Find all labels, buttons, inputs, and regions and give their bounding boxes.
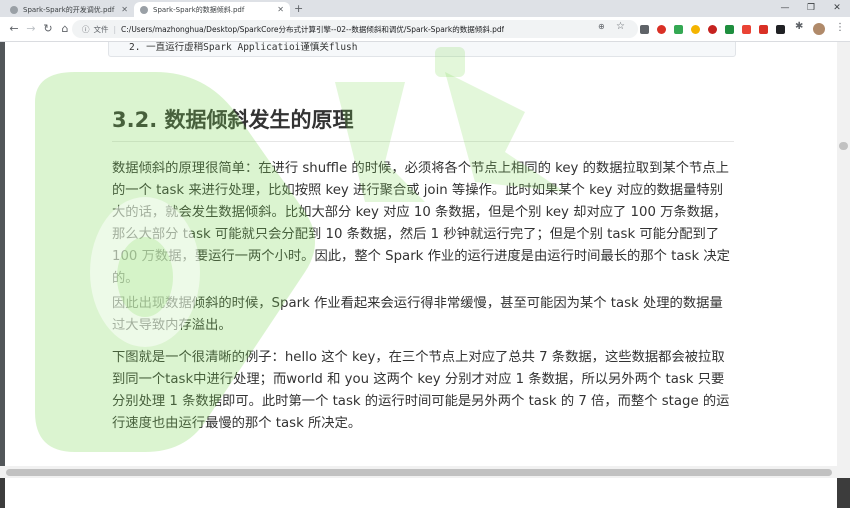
paragraph: 因此出现数据倾斜的时候，Spark 作业看起来会运行得非常缓慢，甚至可能因为某个… <box>112 296 723 333</box>
tab-close-icon[interactable]: ✕ <box>277 5 284 14</box>
paragraph: 下图就是一个很清晰的例子：hello 这个 key，在三个节点上对应了总共 7 … <box>112 350 730 431</box>
maximize-icon[interactable]: ❐ <box>798 0 824 17</box>
tab-title: Spark-Spark的开发调优.pdf <box>23 5 115 14</box>
section-heading: 3.2. 数据倾斜发生的原理 <box>112 108 354 132</box>
tab-close-icon[interactable]: ✕ <box>121 5 128 14</box>
paragraph: 数据倾斜的原理很简单：在进行 shuffle 的时候，必须将各个节点上相同的 k… <box>112 161 730 286</box>
extension-icon[interactable] <box>776 25 785 34</box>
code-block: 2. 一直运行虚稍Spark Applicatioi谨慎关flush <box>108 42 736 57</box>
info-icon[interactable]: ⓘ <box>82 24 90 35</box>
menu-icon[interactable]: ⋮ <box>835 22 845 33</box>
tab-active[interactable]: Spark-Spark的数据倾斜.pdf ✕ <box>134 2 290 17</box>
profile-avatar[interactable] <box>813 23 825 35</box>
vertical-scrollbar[interactable] <box>837 42 850 478</box>
extension-icon[interactable] <box>640 25 649 34</box>
file-scheme-label: 文件 <box>93 24 109 34</box>
extension-icon[interactable] <box>759 25 768 34</box>
horizontal-scroll-thumb[interactable] <box>6 469 832 476</box>
pdf-page: 2. 一直运行虚稍Spark Applicatioi谨慎关flush 3.2. … <box>5 42 837 508</box>
extension-icon[interactable] <box>725 25 734 34</box>
extension-icon[interactable] <box>742 25 751 34</box>
reload-icon[interactable]: ↻ <box>40 22 56 36</box>
tab-inactive[interactable]: Spark-Spark的开发调优.pdf ✕ <box>4 2 134 17</box>
extension-icon[interactable] <box>691 25 700 34</box>
extension-icon[interactable] <box>708 25 717 34</box>
home-icon[interactable]: ⌂ <box>57 22 73 36</box>
heading-divider <box>112 141 734 142</box>
code-line: 2. 一直运行虚稍Spark Applicatioi谨慎关flush <box>129 42 358 53</box>
back-icon[interactable]: ← <box>6 22 22 36</box>
zoom-icon[interactable]: ⊕ <box>598 22 605 31</box>
extension-icon[interactable] <box>674 25 683 34</box>
tab-title: Spark-Spark的数据倾斜.pdf <box>153 5 245 14</box>
minimize-icon[interactable]: — <box>772 0 798 17</box>
address-bar[interactable]: ⓘ 文件 | C:/Users/mazhonghua/Desktop/Spark… <box>72 20 638 38</box>
pdf-favicon-icon <box>10 5 18 14</box>
extension-icon[interactable] <box>657 25 666 34</box>
forward-icon[interactable]: → <box>23 22 39 36</box>
pdf-viewer: 2. 一直运行虚稍Spark Applicatioi谨慎关flush 3.2. … <box>0 42 850 508</box>
url-text[interactable]: C:/Users/mazhonghua/Desktop/SparkCore分布式… <box>121 24 504 35</box>
vertical-scroll-thumb[interactable] <box>839 142 848 150</box>
puzzle-icon[interactable]: ✱ <box>795 21 803 32</box>
horizontal-scrollbar[interactable] <box>0 466 837 478</box>
window-close-icon[interactable]: ✕ <box>824 0 850 17</box>
star-icon[interactable]: ☆ <box>616 21 625 32</box>
browser-toolbar: ← → ↻ ⌂ ⓘ 文件 | C:/Users/mazhonghua/Deskt… <box>0 17 850 42</box>
tab-strip: Spark-Spark的开发调优.pdf ✕ Spark-Spark的数据倾斜.… <box>0 0 850 17</box>
pdf-favicon-icon <box>140 5 148 14</box>
address-separator: | <box>113 24 117 34</box>
new-tab-button[interactable]: + <box>294 2 303 15</box>
